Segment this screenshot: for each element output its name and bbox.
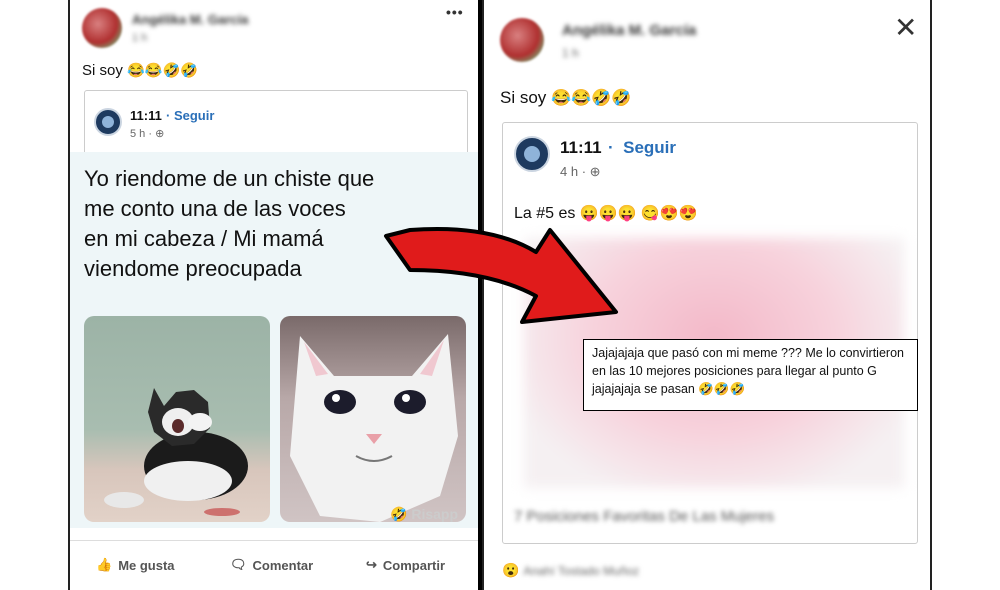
crying-cat-photo — [280, 316, 466, 522]
follow-link[interactable]: · Seguir — [608, 138, 676, 158]
reaction-row[interactable]: 😮 Anahí Tostado Muñoz — [502, 562, 639, 579]
post-text: Si soy 😂😂🤣🤣 — [82, 62, 198, 79]
share-label: Compartir — [382, 557, 446, 573]
author-avatar[interactable] — [82, 8, 122, 48]
follow-label[interactable]: Seguir — [174, 108, 214, 123]
red-arrow-icon — [384, 226, 618, 324]
shared-page-name[interactable]: 11:11 — [560, 138, 602, 158]
reaction-emoji-icon: 😮 — [502, 562, 520, 578]
globe-icon: ⊕ — [155, 128, 165, 140]
like-button[interactable]: 👍 Me gusta — [96, 557, 175, 573]
post-time: 1 h — [132, 32, 148, 44]
meme-caption-line: en mi cabeza / Mi mamá — [84, 226, 324, 251]
laughing-emoji-icon: 😂😂🤣🤣 — [551, 89, 632, 107]
annotation-callout: Jajajajaja que pasó con mi meme ??? Me l… — [583, 339, 918, 411]
author-name[interactable]: Angélika M. García — [132, 12, 248, 27]
meme-caption-line: viendome preocupada — [84, 256, 302, 281]
watermark-text: Risapp — [411, 506, 459, 522]
close-icon[interactable]: ✕ — [894, 14, 917, 42]
globe-icon: ⊕ — [589, 164, 601, 179]
meme-caption-line: me conto una de las voces — [84, 196, 346, 221]
meme-caption: Yo riendome de un chiste que me conto un… — [84, 164, 374, 284]
post-text-content: Si soy — [82, 62, 123, 79]
shared-time-text: 4 h — [560, 164, 579, 179]
more-options-icon[interactable]: ••• — [446, 4, 464, 20]
like-label: Me gusta — [118, 557, 175, 573]
follow-separator: · — [608, 138, 614, 157]
comment-icon: 🗨 — [230, 557, 247, 572]
author-avatar[interactable] — [500, 18, 544, 62]
blurred-link-caption[interactable]: 7 Posiciones Favoritas De Las Mujeres — [514, 508, 774, 525]
page-logo-icon[interactable] — [94, 108, 122, 136]
laughing-cat-photo — [84, 316, 270, 522]
post-time: 1 h — [562, 46, 579, 60]
page-logo-icon[interactable] — [514, 136, 550, 172]
laughing-emoji-icon: 😂😂🤣🤣 — [127, 63, 199, 79]
shared-page-name[interactable]: 11:11 — [130, 108, 162, 123]
post-text-content: Si soy — [500, 88, 547, 107]
author-name[interactable]: Angélika M. García — [562, 22, 696, 39]
meme-caption-line: Yo riendome de un chiste que — [84, 166, 375, 191]
share-icon: ↪ — [366, 557, 377, 572]
shared-time-text: 5 h — [130, 128, 146, 140]
follow-link[interactable]: · Seguir — [166, 108, 214, 123]
thumbs-up-icon: 👍 — [96, 557, 113, 572]
watermark: 🤣 Risapp — [390, 506, 459, 522]
post-text: Si soy 😂😂🤣🤣 — [500, 88, 631, 108]
follow-label[interactable]: Seguir — [623, 138, 676, 157]
share-button[interactable]: ↪ Compartir — [366, 557, 445, 573]
comment-button[interactable]: 🗨 Comentar — [230, 557, 313, 573]
comment-label: Comentar — [252, 557, 314, 573]
shared-post-time: 4 h · ⊕ — [560, 164, 601, 179]
shared-post-time: 5 h · ⊕ — [130, 128, 165, 140]
reaction-name[interactable]: Anahí Tostado Muñoz — [523, 564, 639, 578]
